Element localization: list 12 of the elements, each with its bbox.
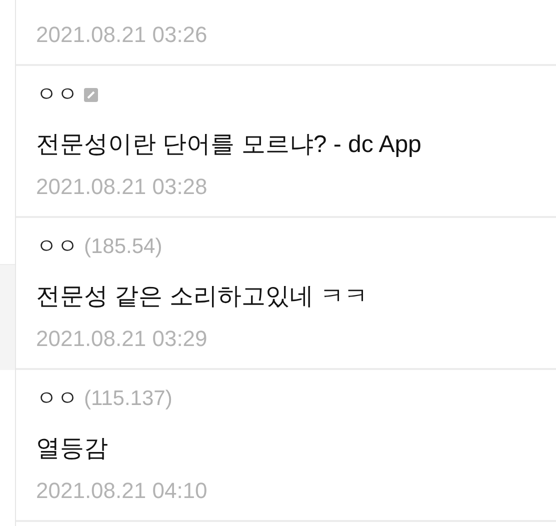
ip-address: (185.54) (84, 234, 162, 260)
comment-text: 전문성이란 단어를 모르냐? - dc App (36, 130, 422, 160)
comment-date: 2021.08.21 03:28 (36, 172, 208, 200)
ip-address: (115.137) (84, 386, 172, 412)
comment-text: 전문성 같은 소리하고있네 ㅋㅋ (36, 282, 370, 312)
nickname: ㅇㅇ (36, 234, 78, 260)
nickname: ㅇㅇ (36, 386, 78, 412)
nickname: ㅇㅇ (36, 82, 78, 108)
comment-date: 2021.08.21 03:26 (36, 20, 208, 48)
comment-date: 2021.08.21 03:29 (36, 324, 208, 352)
comment-date: 2021.08.21 04:10 (36, 476, 208, 504)
comment-text: 열등감 (36, 434, 109, 464)
